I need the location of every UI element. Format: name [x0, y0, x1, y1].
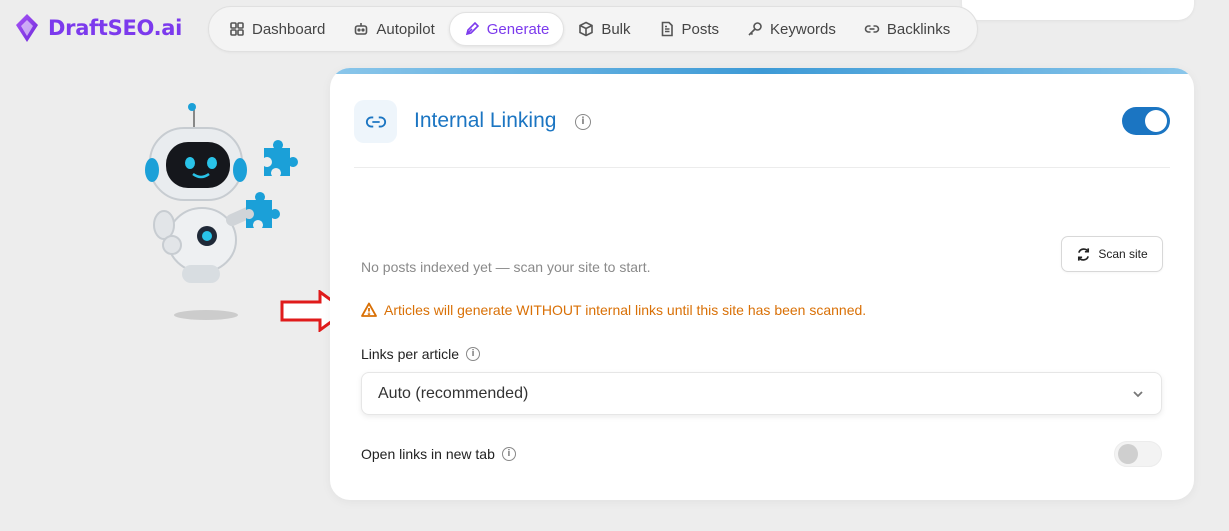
robot-mascot-illustration — [145, 103, 298, 320]
nav-label: Keywords — [770, 20, 836, 38]
links-per-article-label: Links per article i — [361, 346, 481, 362]
nav-label: Bulk — [601, 20, 631, 38]
key-icon — [748, 22, 762, 36]
open-new-tab-toggle[interactable] — [1114, 441, 1162, 467]
nav-label: Dashboard — [252, 20, 326, 38]
card-header-icon-box — [354, 100, 397, 143]
links-per-article-value: Auto (recommended) — [378, 384, 529, 402]
open-new-tab-label: Open links in new tab i — [361, 446, 516, 462]
top-card — [962, 0, 1194, 20]
internal-linking-card: Internal Linking i Scan site No posts in… — [330, 68, 1194, 500]
info-icon[interactable]: i — [501, 447, 516, 461]
pen-icon — [465, 21, 479, 36]
scan-warning: Articles will generate WITHOUT internal … — [361, 302, 866, 318]
nav-backlinks[interactable]: Backlinks — [850, 12, 964, 46]
link-icon — [365, 116, 386, 127]
refresh-icon — [1078, 247, 1090, 261]
open-new-tab-text: Open links in new tab — [361, 446, 495, 462]
nav-label: Posts — [681, 20, 720, 38]
links-per-article-select[interactable]: Auto (recommended) — [361, 372, 1162, 415]
nav-bulk[interactable]: Bulk — [564, 12, 644, 46]
card-accent-bar — [330, 68, 1194, 74]
nav-autopilot[interactable]: Autopilot — [339, 12, 448, 46]
warning-triangle-icon — [361, 302, 377, 317]
nav-label: Autopilot — [376, 20, 435, 38]
nav-generate[interactable]: Generate — [448, 12, 565, 46]
nav-dashboard[interactable]: Dashboard — [215, 12, 339, 46]
internal-linking-toggle[interactable] — [1122, 107, 1170, 135]
scan-site-label: Scan site — [1098, 247, 1148, 261]
grid-icon — [230, 22, 244, 36]
card-title: Internal Linking — [414, 109, 557, 132]
scan-site-button[interactable]: Scan site — [1061, 236, 1163, 272]
info-icon[interactable]: i — [575, 114, 591, 130]
links-per-article-text: Links per article — [361, 346, 460, 362]
toggle-knob — [1145, 110, 1167, 132]
nav-posts[interactable]: Posts — [645, 12, 734, 46]
brand-logo[interactable]: DraftSEO.ai — [14, 13, 182, 43]
index-status-text: No posts indexed yet — scan your site to… — [361, 259, 651, 275]
info-icon[interactable]: i — [466, 347, 481, 361]
chevron-down-icon — [1133, 390, 1143, 397]
toggle-knob — [1118, 444, 1138, 464]
main-nav: Dashboard Autopilot Generate Bulk Posts … — [208, 6, 978, 52]
divider — [354, 167, 1170, 168]
brand-name: DraftSEO.ai — [48, 16, 183, 40]
logo-mark-icon — [16, 14, 38, 42]
document-icon — [661, 21, 673, 37]
robot-icon — [355, 23, 368, 35]
nav-label: Generate — [486, 20, 550, 38]
box-icon — [579, 21, 594, 37]
link-icon — [864, 25, 880, 33]
nav-keywords[interactable]: Keywords — [733, 12, 850, 46]
nav-label: Backlinks — [886, 20, 951, 38]
warning-text: Articles will generate WITHOUT internal … — [384, 302, 867, 318]
